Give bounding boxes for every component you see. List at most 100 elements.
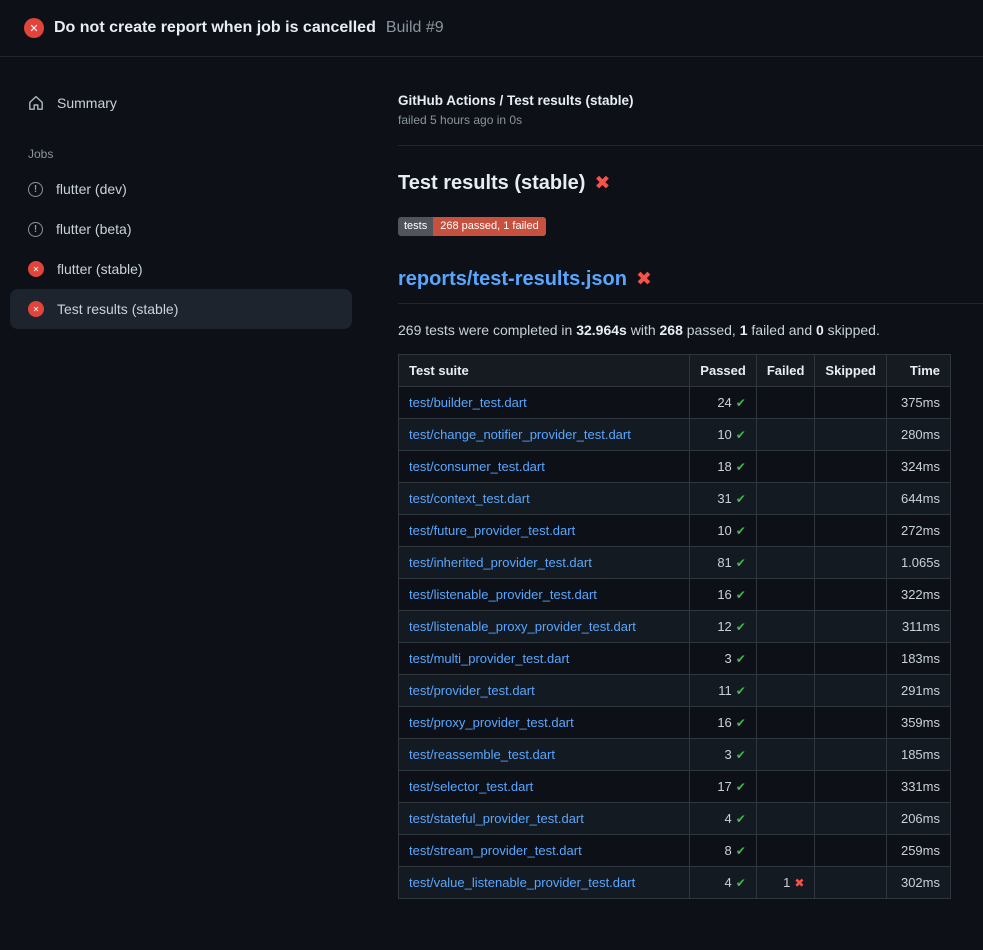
check-icon: ✔ bbox=[736, 844, 746, 858]
skipped-cell bbox=[815, 387, 887, 419]
suite-link[interactable]: test/provider_test.dart bbox=[409, 683, 535, 698]
suite-link[interactable]: test/future_provider_test.dart bbox=[409, 523, 575, 538]
suite-cell: test/consumer_test.dart bbox=[399, 451, 690, 483]
time-cell: 259ms bbox=[887, 835, 951, 867]
summary-mid1: with bbox=[627, 322, 660, 338]
summary-mid2: passed, bbox=[683, 322, 740, 338]
check-icon: ✔ bbox=[736, 812, 746, 826]
badge-value: 268 passed, 1 failed bbox=[433, 217, 545, 236]
count-value: 4 bbox=[725, 875, 732, 890]
failed-cell bbox=[756, 835, 815, 867]
passed-cell: 17✔ bbox=[690, 771, 757, 803]
x-icon: ✖ bbox=[794, 876, 804, 890]
suite-link[interactable]: test/listenable_proxy_provider_test.dart bbox=[409, 619, 636, 634]
table-row: test/future_provider_test.dart10✔272ms bbox=[399, 515, 951, 547]
test-results-table: Test suitePassedFailedSkippedTime test/b… bbox=[398, 354, 951, 899]
count-value: 31 bbox=[717, 491, 731, 506]
summary-skipped-count: 0 bbox=[816, 322, 824, 338]
report-link[interactable]: reports/test-results.json bbox=[398, 268, 627, 291]
suite-link[interactable]: test/stream_provider_test.dart bbox=[409, 843, 582, 858]
suite-link[interactable]: test/inherited_provider_test.dart bbox=[409, 555, 592, 570]
summary-passed-count: 268 bbox=[660, 322, 683, 338]
tests-badge: tests 268 passed, 1 failed bbox=[398, 217, 546, 236]
suite-link[interactable]: test/consumer_test.dart bbox=[409, 459, 545, 474]
suite-cell: test/proxy_provider_test.dart bbox=[399, 707, 690, 739]
check-icon: ✔ bbox=[736, 652, 746, 666]
summary-prefix: 269 tests were completed in bbox=[398, 322, 576, 338]
suite-link[interactable]: test/value_listenable_provider_test.dart bbox=[409, 875, 635, 890]
column-header: Passed bbox=[690, 355, 757, 387]
passed-cell: 31✔ bbox=[690, 483, 757, 515]
job-label: flutter (beta) bbox=[56, 221, 131, 237]
suite-link[interactable]: test/change_notifier_provider_test.dart bbox=[409, 427, 631, 442]
skipped-cell bbox=[815, 515, 887, 547]
passed-cell: 8✔ bbox=[690, 835, 757, 867]
suite-link[interactable]: test/selector_test.dart bbox=[409, 779, 533, 794]
suite-cell: test/listenable_proxy_provider_test.dart bbox=[399, 611, 690, 643]
skipped-cell bbox=[815, 451, 887, 483]
count-value: 4 bbox=[725, 811, 732, 826]
skipped-cell bbox=[815, 835, 887, 867]
count-value: 24 bbox=[717, 395, 731, 410]
time-cell: 324ms bbox=[887, 451, 951, 483]
suite-cell: test/stream_provider_test.dart bbox=[399, 835, 690, 867]
time-cell: 185ms bbox=[887, 739, 951, 771]
job-label: Test results (stable) bbox=[57, 301, 178, 317]
sidebar-item-summary[interactable]: Summary bbox=[10, 83, 352, 123]
main-panel: GitHub Actions / Test results (stable) f… bbox=[398, 57, 983, 949]
suite-link[interactable]: test/proxy_provider_test.dart bbox=[409, 715, 574, 730]
failed-cell bbox=[756, 675, 815, 707]
suite-cell: test/inherited_provider_test.dart bbox=[399, 547, 690, 579]
count-value: 10 bbox=[717, 427, 731, 442]
suite-cell: test/context_test.dart bbox=[399, 483, 690, 515]
table-row: test/provider_test.dart 11✔ 291ms bbox=[399, 675, 951, 707]
failed-cell bbox=[756, 419, 815, 451]
time-cell: 206ms bbox=[887, 803, 951, 835]
suite-link[interactable]: test/stateful_provider_test.dart bbox=[409, 811, 584, 826]
failed-status-icon: ✕ bbox=[24, 18, 44, 38]
summary-failed-count: 1 bbox=[740, 322, 748, 338]
failed-cell bbox=[756, 451, 815, 483]
time-cell: 272ms bbox=[887, 515, 951, 547]
passed-cell: 18✔ bbox=[690, 451, 757, 483]
table-row: test/stream_provider_test.dart 8✔ 259ms bbox=[399, 835, 951, 867]
check-section-title: Test results (stable)✖ bbox=[398, 172, 983, 195]
skipped-cell bbox=[815, 643, 887, 675]
failed-cell bbox=[756, 579, 815, 611]
suite-cell: test/provider_test.dart bbox=[399, 675, 690, 707]
job-neutral-icon: ! bbox=[28, 182, 43, 197]
table-row: test/listenable_proxy_provider_test.dart… bbox=[399, 611, 951, 643]
check-icon: ✔ bbox=[736, 780, 746, 794]
count-value: 81 bbox=[717, 555, 731, 570]
sidebar-item-job[interactable]: !flutter (beta) bbox=[10, 209, 352, 249]
header: ✕ Do not create report when job is cance… bbox=[0, 0, 983, 57]
skipped-cell bbox=[815, 611, 887, 643]
skipped-cell bbox=[815, 547, 887, 579]
suite-link[interactable]: test/reassemble_test.dart bbox=[409, 747, 555, 762]
check-icon: ✔ bbox=[736, 396, 746, 410]
failed-cell: 1✖ bbox=[756, 867, 815, 899]
check-icon: ✔ bbox=[736, 460, 746, 474]
failed-cell bbox=[756, 739, 815, 771]
suite-link[interactable]: test/context_test.dart bbox=[409, 491, 530, 506]
summary-mid3: failed and bbox=[748, 322, 817, 338]
table-row: test/stateful_provider_test.dart4✔206ms bbox=[399, 803, 951, 835]
skipped-cell bbox=[815, 739, 887, 771]
sidebar-item-job[interactable]: !flutter (dev) bbox=[10, 169, 352, 209]
table-row: test/proxy_provider_test.dart16✔359ms bbox=[399, 707, 951, 739]
column-header: Test suite bbox=[399, 355, 690, 387]
time-cell: 291ms bbox=[887, 675, 951, 707]
suite-link[interactable]: test/multi_provider_test.dart bbox=[409, 651, 569, 666]
passed-cell: 11✔ bbox=[690, 675, 757, 707]
table-row: test/value_listenable_provider_test.dart… bbox=[399, 867, 951, 899]
count-value: 16 bbox=[717, 715, 731, 730]
count-value: 16 bbox=[717, 587, 731, 602]
failed-cell bbox=[756, 483, 815, 515]
suite-link[interactable]: test/listenable_provider_test.dart bbox=[409, 587, 597, 602]
table-row: test/builder_test.dart24✔375ms bbox=[399, 387, 951, 419]
passed-cell: 4✔ bbox=[690, 803, 757, 835]
suite-link[interactable]: test/builder_test.dart bbox=[409, 395, 527, 410]
sidebar-item-job[interactable]: ✕Test results (stable) bbox=[10, 289, 352, 329]
sidebar-item-job[interactable]: ✕flutter (stable) bbox=[10, 249, 352, 289]
jobs-section-label: Jobs bbox=[28, 147, 398, 161]
